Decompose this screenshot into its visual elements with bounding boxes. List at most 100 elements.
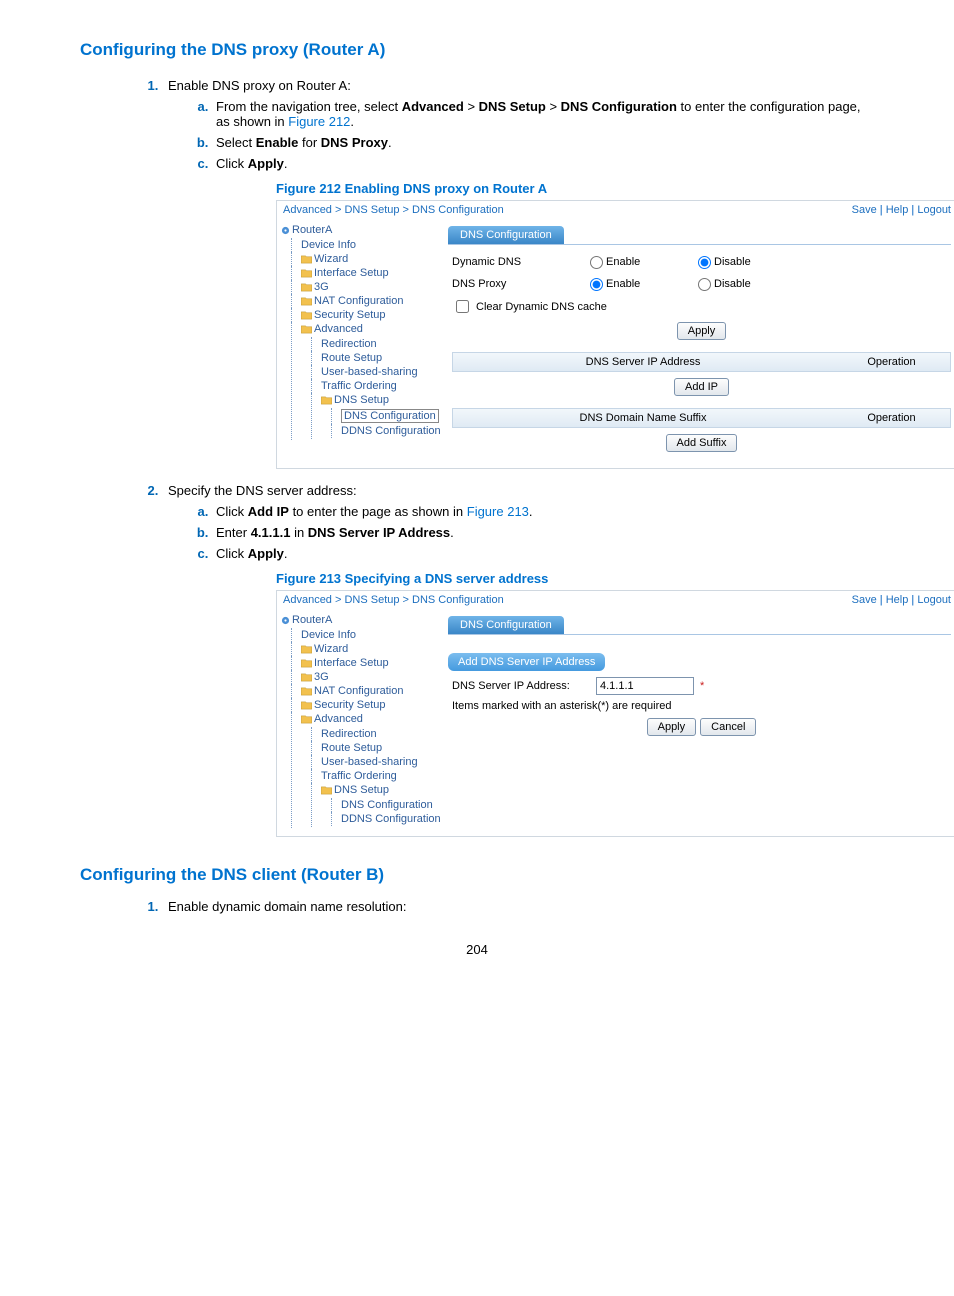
main-panel: DNS Configuration Dynamic DNS Enable Dis… [436,220,954,468]
bold-dns-config: DNS Configuration [561,99,677,114]
sidebar-item-redirection[interactable]: Redirection [321,728,377,740]
folder-icon [301,297,312,306]
folder-icon [321,396,332,405]
sidebar-item-3g[interactable]: 3G [314,671,329,683]
sidebar-item-wizard[interactable]: Wizard [314,643,348,655]
sidebar-item-ddns-configuration[interactable]: DDNS Configuration [341,425,441,437]
sidebar-item-traffic-ordering[interactable]: Traffic Ordering [321,380,397,392]
figure-213-screenshot: Advanced > DNS Setup > DNS Configuration… [276,590,954,837]
t: for [298,135,320,150]
t: in [290,525,307,540]
dynamic-dns-enable[interactable]: Enable [590,256,680,269]
figure-213-link[interactable]: Figure 213 [467,504,529,519]
sidebar-item-interface-setup[interactable]: Interface Setup [314,267,389,279]
add-suffix-button[interactable]: Add Suffix [666,434,738,452]
step-2-text: Specify the DNS server address: [168,483,357,498]
save-link[interactable]: Save [852,204,877,216]
sidebar-item-device-info[interactable]: Device Info [301,239,356,251]
b: Add IP [248,504,289,519]
sidebar-item-security[interactable]: Security Setup [314,699,386,711]
sidebar-item-route-setup[interactable]: Route Setup [321,742,382,754]
sidebar-item-interface-setup[interactable]: Interface Setup [314,657,389,669]
b: DNS Server IP Address [308,525,450,540]
breadcrumb: Advanced > DNS Setup > DNS Configuration [283,594,504,606]
t: . [529,504,533,519]
apply-button[interactable]: Apply [647,718,697,736]
folder-icon [301,311,312,320]
sidebar-item-3g[interactable]: 3G [314,281,329,293]
label-dns-proxy: DNS Proxy [452,278,572,290]
dns-proxy-disable[interactable]: Disable [698,278,788,291]
clear-dns-cache-checkbox[interactable] [456,300,469,313]
folder-icon [301,283,312,292]
t: Select [216,135,256,150]
sidebar-item-nat[interactable]: NAT Configuration [314,295,403,307]
tab-dns-configuration[interactable]: DNS Configuration [448,226,564,244]
dns-proxy-enable[interactable]: Enable [590,278,680,291]
step-1: Enable DNS proxy on Router A: From the n… [162,78,874,469]
step-2b: Enter 4.1.1.1 in DNS Server IP Address. [212,525,874,540]
t: Enter [216,525,251,540]
folder-icon [301,325,312,334]
figure-212-screenshot: Advanced > DNS Setup > DNS Configuration… [276,200,954,469]
dns-server-ip-input[interactable] [596,677,694,695]
step-1c: Click Apply. [212,156,874,171]
page-number: 204 [80,942,874,957]
sidebar-item-dns-configuration[interactable]: DNS Configuration [341,799,433,811]
b: Enable [256,135,299,150]
step-b1: Enable dynamic domain name resolution: [162,899,874,914]
top-links: Save | Help | Logout [852,204,951,216]
sidebar: RouterA Device Info Wizard Interface Set… [277,610,436,836]
sidebar-item-ddns-configuration[interactable]: DDNS Configuration [341,813,441,825]
sidebar-item-advanced[interactable]: Advanced [314,713,363,725]
sidebar-item-dns-setup[interactable]: DNS Setup [334,394,389,406]
step-2: Specify the DNS server address: Click Ad… [162,483,874,837]
figure-212-link[interactable]: Figure 212 [288,114,350,129]
step-1a: From the navigation tree, select Advance… [212,99,874,129]
section-heading-router-b: Configuring the DNS client (Router B) [80,865,874,885]
folder-icon [301,255,312,264]
sidebar-item-nat[interactable]: NAT Configuration [314,685,403,697]
main-panel: DNS Configuration Add DNS Server IP Addr… [436,610,954,836]
sidebar-item-traffic-ordering[interactable]: Traffic Ordering [321,770,397,782]
add-ip-button[interactable]: Add IP [674,378,729,396]
tab-dns-configuration[interactable]: DNS Configuration [448,616,564,634]
required-asterisk: * [700,680,704,692]
section-heading-router-a: Configuring the DNS proxy (Router A) [80,40,874,60]
label-dynamic-dns: Dynamic DNS [452,256,572,268]
sidebar: RouterA Device Info Wizard Interface Set… [277,220,436,468]
sidebar-item-wizard[interactable]: Wizard [314,253,348,265]
step-b1-text: Enable dynamic domain name resolution: [168,899,406,914]
device-node[interactable]: RouterA [281,614,431,626]
sidebar-item-route-setup[interactable]: Route Setup [321,352,382,364]
sidebar-item-dns-configuration[interactable]: DNS Configuration [341,409,439,423]
dns-suffix-table-header: DNS Domain Name Suffix Operation [452,408,951,428]
device-name: RouterA [292,614,332,626]
clear-dns-cache-label: Clear Dynamic DNS cache [476,301,607,313]
help-link[interactable]: Help [886,594,909,606]
folder-icon [301,673,312,682]
apply-button[interactable]: Apply [677,322,727,340]
sidebar-item-redirection[interactable]: Redirection [321,338,377,350]
sidebar-item-device-info[interactable]: Device Info [301,629,356,641]
folder-icon [301,645,312,654]
step-2c: Click Apply. [212,546,874,561]
sidebar-item-advanced[interactable]: Advanced [314,323,363,335]
cancel-button[interactable]: Cancel [700,718,756,736]
label-dns-server-ip: DNS Server IP Address: [452,680,592,692]
t: From the navigation tree, select [216,99,402,114]
logout-link[interactable]: Logout [917,204,951,216]
t: . [388,135,392,150]
device-node[interactable]: RouterA [281,224,431,236]
logout-link[interactable]: Logout [917,594,951,606]
sidebar-item-dns-setup[interactable]: DNS Setup [334,784,389,796]
dynamic-dns-disable[interactable]: Disable [698,256,788,269]
step-1b: Select Enable for DNS Proxy. [212,135,874,150]
help-link[interactable]: Help [886,204,909,216]
sidebar-item-user-based-sharing[interactable]: User-based-sharing [321,756,418,768]
t: . [284,546,288,561]
save-link[interactable]: Save [852,594,877,606]
sidebar-item-user-based-sharing[interactable]: User-based-sharing [321,366,418,378]
sidebar-item-security[interactable]: Security Setup [314,309,386,321]
bold-advanced: Advanced [402,99,464,114]
